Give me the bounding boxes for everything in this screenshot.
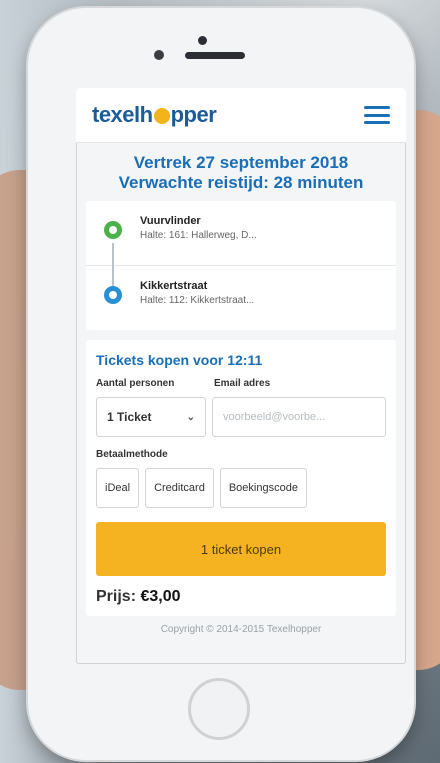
phone-sensor bbox=[154, 50, 164, 60]
phone-speaker bbox=[185, 52, 245, 59]
origin-pin-icon bbox=[104, 221, 122, 239]
phone-home-button[interactable] bbox=[188, 678, 250, 740]
stop-origin-detail: Halte: 161: Hallerweg, D... bbox=[140, 230, 257, 241]
stop-destination-detail: Halte: 112: Kikkertstraat... bbox=[140, 295, 255, 306]
logo-text-part1: texelh bbox=[92, 102, 153, 127]
phone-camera bbox=[198, 36, 207, 45]
email-field[interactable] bbox=[212, 397, 386, 437]
trip-summary: Vertrek 27 september 2018 Verwachte reis… bbox=[76, 143, 406, 201]
persons-label: Aantal personen bbox=[96, 378, 175, 389]
route-stops: Vuurvlinder Halte: 161: Hallerweg, D... … bbox=[86, 201, 396, 330]
stop-origin[interactable]: Vuurvlinder Halte: 161: Hallerweg, D... bbox=[86, 201, 396, 265]
price-value: €3,00 bbox=[140, 588, 181, 605]
price-display: Prijs: €3,00 bbox=[96, 588, 386, 606]
payment-ideal-button[interactable]: iDeal bbox=[96, 468, 140, 508]
payment-creditcard-button[interactable]: Creditcard bbox=[145, 468, 214, 508]
buy-ticket-button[interactable]: 1 ticket kopen bbox=[96, 522, 386, 576]
app-header: texelh pper bbox=[76, 88, 406, 143]
hamburger-menu-icon[interactable] bbox=[364, 106, 390, 124]
payment-label: Betaalmethode bbox=[96, 449, 168, 460]
departure-date: Vertrek 27 september 2018 bbox=[133, 153, 349, 172]
menu-bar-1 bbox=[364, 106, 390, 109]
phone-frame: texelh pper Vertrek 27 september 2018 Ver… bbox=[28, 8, 414, 760]
destination-pin-icon bbox=[104, 286, 122, 304]
logo-sun-icon bbox=[153, 108, 170, 124]
payment-methods: iDeal Creditcard Boekingscode bbox=[96, 468, 386, 508]
persons-select[interactable]: 1 Ticket ⌄ bbox=[96, 397, 206, 437]
ticket-inputs: 1 Ticket ⌄ bbox=[96, 397, 386, 437]
tickets-title: Tickets kopen voor 12:11 bbox=[96, 352, 263, 368]
persons-select-value: 1 Ticket bbox=[107, 410, 152, 424]
phone-screen: texelh pper Vertrek 27 september 2018 Ver… bbox=[76, 88, 406, 664]
stop-destination[interactable]: Kikkertstraat Halte: 112: Kikkertstraat.… bbox=[86, 265, 396, 330]
ticket-form: Tickets kopen voor 12:11 Aantal personen… bbox=[86, 340, 396, 616]
logo-text-part2: pper bbox=[170, 102, 217, 127]
copyright-footer: Copyright © 2014-2015 Texelhopper bbox=[160, 624, 322, 635]
menu-bar-3 bbox=[364, 121, 390, 124]
menu-bar-2 bbox=[364, 113, 390, 117]
price-label: Prijs: bbox=[96, 588, 137, 605]
field-labels: Aantal personen Email adres bbox=[96, 378, 386, 389]
route-connector-line bbox=[112, 243, 114, 289]
texelhopper-logo[interactable]: texelh pper bbox=[92, 102, 217, 128]
travel-duration: Verwachte reistijd: 28 minuten bbox=[118, 173, 364, 192]
email-label: Email adres bbox=[214, 378, 271, 389]
chevron-down-icon: ⌄ bbox=[186, 411, 195, 423]
stop-destination-name: Kikkertstraat bbox=[140, 280, 208, 292]
stop-origin-name: Vuurvlinder bbox=[140, 215, 201, 227]
payment-bookingcode-button[interactable]: Boekingscode bbox=[219, 468, 307, 508]
